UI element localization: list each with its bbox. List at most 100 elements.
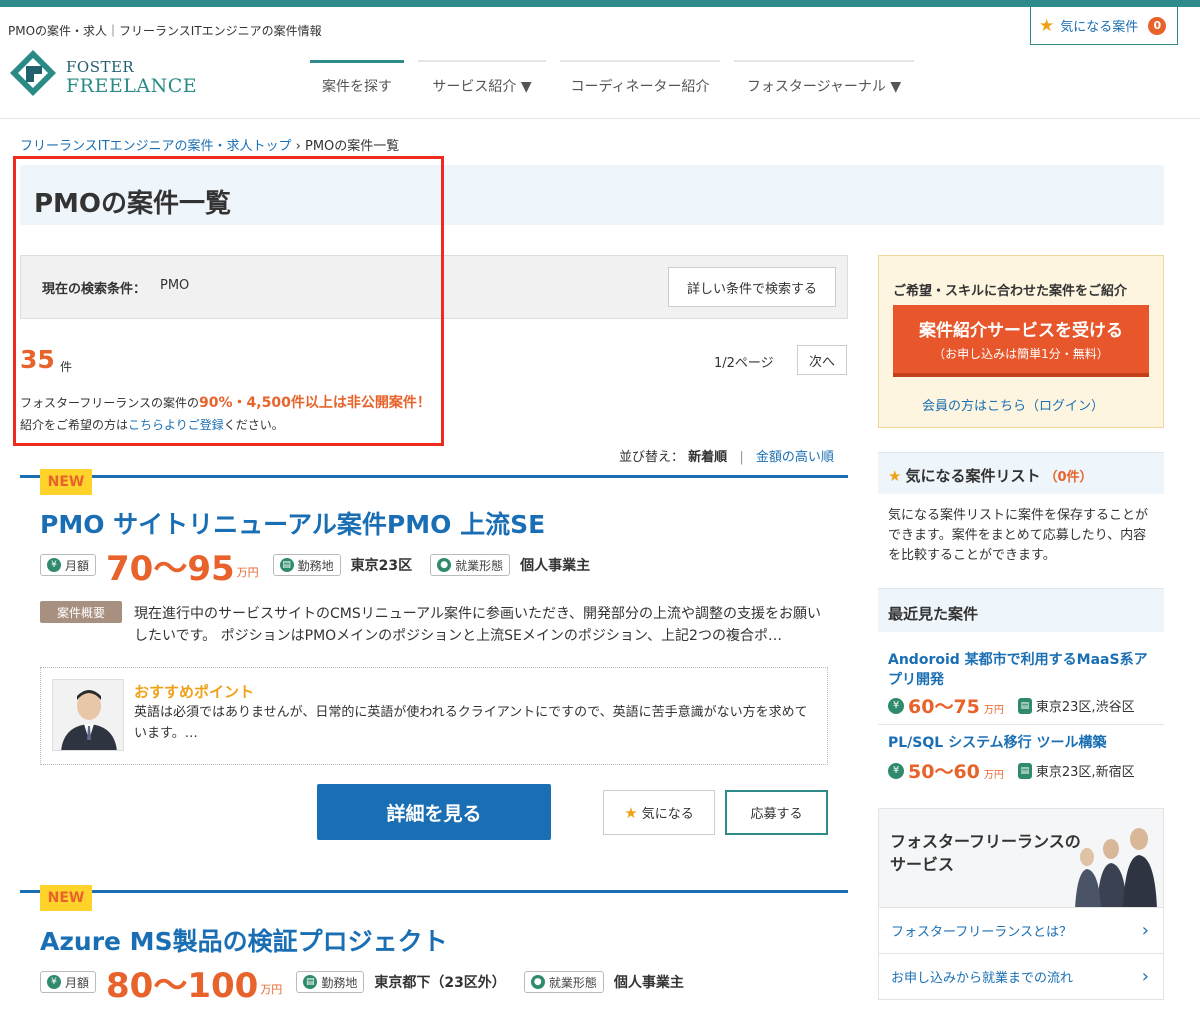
favorites-list-count: （0件） — [1044, 470, 1093, 485]
nav-search-jobs[interactable]: 案件を探す — [310, 60, 404, 106]
chevron-right-icon: › — [1141, 966, 1149, 987]
main-nav: 案件を探す サービス紹介 ▼ コーディネーター紹介 フォスタージャーナル ▼ — [310, 60, 928, 106]
breadcrumb-separator: › — [291, 139, 305, 154]
service-cta-sublabel: （お申し込みは簡単1分・無料） — [933, 347, 1109, 361]
site-tagline: PMOの案件・求人｜フリーランスITエンジニアの案件情報 — [8, 24, 322, 38]
apply-button[interactable]: 応募する — [725, 790, 828, 835]
job-price-unit: 万円 — [260, 983, 283, 996]
job-location: 東京都下（23区外） — [374, 975, 506, 991]
location-chip: ▤ 勤務地 — [272, 554, 341, 576]
sort-newest[interactable]: 新着順 — [688, 450, 727, 465]
job-price: 80〜100 — [106, 965, 259, 1006]
recommendation-title: おすすめポイント — [134, 683, 255, 701]
highlight-frame — [13, 156, 444, 446]
recent-job-price-unit: 万円 — [983, 770, 1004, 781]
nav-journal[interactable]: フォスタージャーナル ▼ — [734, 60, 914, 106]
document-icon: ▤ — [303, 975, 318, 989]
document-icon: ▤ — [279, 558, 294, 572]
flow-link-label: お申し込みから就業までの流れ — [891, 971, 1074, 986]
recent-job-price-unit: 万円 — [983, 705, 1004, 716]
yen-icon: ¥ — [888, 762, 904, 779]
job-summary: 現在進行中のサービスサイトのCMSリニューアル案件に参画いただき、開発部分の上流… — [134, 606, 822, 644]
pager-status: 1/2ページ — [714, 356, 774, 371]
detailed-search-button[interactable]: 詳しい条件で検索する — [668, 267, 836, 307]
location-label: 勤務地 — [321, 975, 358, 990]
star-icon: ★ — [1039, 15, 1055, 36]
sort-label: 並び替え： — [619, 450, 685, 465]
monthly-label: 月額 — [65, 975, 90, 990]
favorites-list-title: ★ 気になる案件リスト （0件） — [888, 465, 1093, 486]
service-banner-title: フォスターフリーランスのサービス — [890, 832, 1081, 874]
employment-label: 就業形態 — [455, 558, 504, 573]
nav-services[interactable]: サービス紹介 ▼ — [418, 60, 546, 106]
star-icon: ★ — [624, 803, 638, 822]
document-icon: ▤ — [1017, 762, 1032, 779]
person-icon: ● — [530, 975, 545, 989]
employment-label: 就業形態 — [548, 975, 597, 990]
job-title-link[interactable]: Azure MS製品の検証プロジェクト — [40, 922, 448, 958]
view-details-button[interactable]: 詳細を見る — [317, 784, 551, 840]
yen-icon: ¥ — [888, 697, 904, 714]
job-title-link[interactable]: PMO サイトリニューアル案件PMO 上流SE — [40, 505, 545, 541]
add-favorite-label: 気になる — [641, 807, 694, 822]
sort-controls: 並び替え： 新着順 | 金額の高い順 — [619, 446, 834, 465]
yen-icon: ¥ — [47, 975, 61, 989]
recent-job-price: 60〜75 — [908, 696, 980, 718]
recommendation-text: 英語は必須ではありませんが、日常的に英語が使われるクライアントにですので、英語に… — [134, 705, 808, 741]
next-page-button[interactable]: 次へ — [797, 345, 847, 375]
monthly-chip: ¥ 月額 — [40, 971, 97, 993]
logo-text-freelance: FREELANCE — [66, 75, 198, 97]
monthly-label: 月額 — [65, 558, 90, 573]
header-favorites-button[interactable]: ★ 気になる案件 0 — [1030, 7, 1178, 45]
yen-icon: ¥ — [47, 558, 61, 572]
member-login-link[interactable]: 会員の方はこちら（ログイン） — [922, 395, 1104, 414]
add-favorite-button[interactable]: ★ 気になる — [603, 790, 715, 835]
service-cta-label: 案件紹介サービスを受ける — [919, 321, 1123, 341]
location-label: 勤務地 — [297, 558, 334, 573]
recent-job-title-link[interactable]: PL/SQL システム移行 ツール構築 — [888, 733, 1156, 753]
top-accent-bar — [0, 0, 1200, 7]
chevron-right-icon: › — [1141, 920, 1149, 941]
recent-job-price: 50〜60 — [908, 761, 980, 783]
recent-job-location: 東京23区,新宿区 — [1035, 765, 1135, 780]
recent-job-meta: ¥ 60〜75 万円 ▤ 東京23区,渋谷区 — [888, 692, 1135, 719]
job-divider — [20, 475, 848, 478]
star-icon: ★ — [888, 467, 902, 485]
favorites-list-label: 気になる案件リスト — [905, 467, 1041, 485]
favorites-list-description: 気になる案件リストに案件を保存することができます。案件をまとめて応募したり、内容… — [888, 508, 1149, 563]
about-link-label: フォスターフリーランスとは？ — [891, 925, 1072, 940]
sort-separator: | — [739, 450, 744, 465]
job-price-unit: 万円 — [236, 566, 259, 579]
summary-tag: 案件概要 — [40, 601, 122, 623]
recent-job-title-link[interactable]: Andoroid 某都市で利用するMaaS系アプリ開発 — [888, 650, 1156, 690]
nav-coordinators[interactable]: コーディネーター紹介 — [560, 60, 720, 106]
new-badge: NEW — [40, 885, 92, 911]
recent-job-location: 東京23区,渋谷区 — [1035, 700, 1135, 715]
person-icon: ● — [437, 558, 452, 572]
breadcrumb: フリーランスITエンジニアの案件・求人トップ › PMOの案件一覧 — [20, 135, 399, 154]
job-employment: 個人事業主 — [613, 975, 684, 991]
location-chip: ▤ 勤務地 — [296, 971, 365, 993]
employment-chip: ● 就業形態 — [430, 554, 511, 576]
sort-price-link[interactable]: 金額の高い順 — [756, 450, 834, 465]
new-badge: NEW — [40, 469, 92, 495]
logo-mark-icon — [10, 50, 56, 96]
header-favorites-label: 気になる案件 — [1060, 20, 1139, 35]
job-divider — [20, 890, 848, 893]
job-employment: 個人事業主 — [520, 558, 591, 574]
breadcrumb-home-link[interactable]: フリーランスITエンジニアの案件・求人トップ — [20, 139, 292, 154]
site-logo[interactable]: FOSTER FREELANCE — [8, 48, 197, 100]
job-location: 東京23区 — [350, 558, 413, 574]
document-icon: ▤ — [1017, 697, 1032, 714]
monthly-chip: ¥ 月額 — [40, 554, 97, 576]
logo-text-foster: FOSTER — [66, 58, 135, 76]
job-meta: ¥ 月額 80〜100 万円 ▤ 勤務地 東京都下（23区外） ● 就業形態 個人事業… — [40, 965, 702, 1006]
employment-chip: ● 就業形態 — [523, 971, 604, 993]
flow-link[interactable]: お申し込みから就業までの流れ › — [878, 954, 1164, 1000]
about-link[interactable]: フォスターフリーランスとは？ › — [878, 908, 1164, 954]
recent-jobs-title: 最近見た案件 — [888, 605, 979, 623]
service-cta-button[interactable]: 案件紹介サービスを受ける （お申し込みは簡単1分・無料） — [893, 305, 1149, 377]
service-cta-heading: ご希望・スキルに合わせた案件をご紹介 — [893, 284, 1128, 299]
coordinator-avatar-icon — [53, 680, 123, 750]
job-price: 70〜95 — [106, 548, 235, 589]
